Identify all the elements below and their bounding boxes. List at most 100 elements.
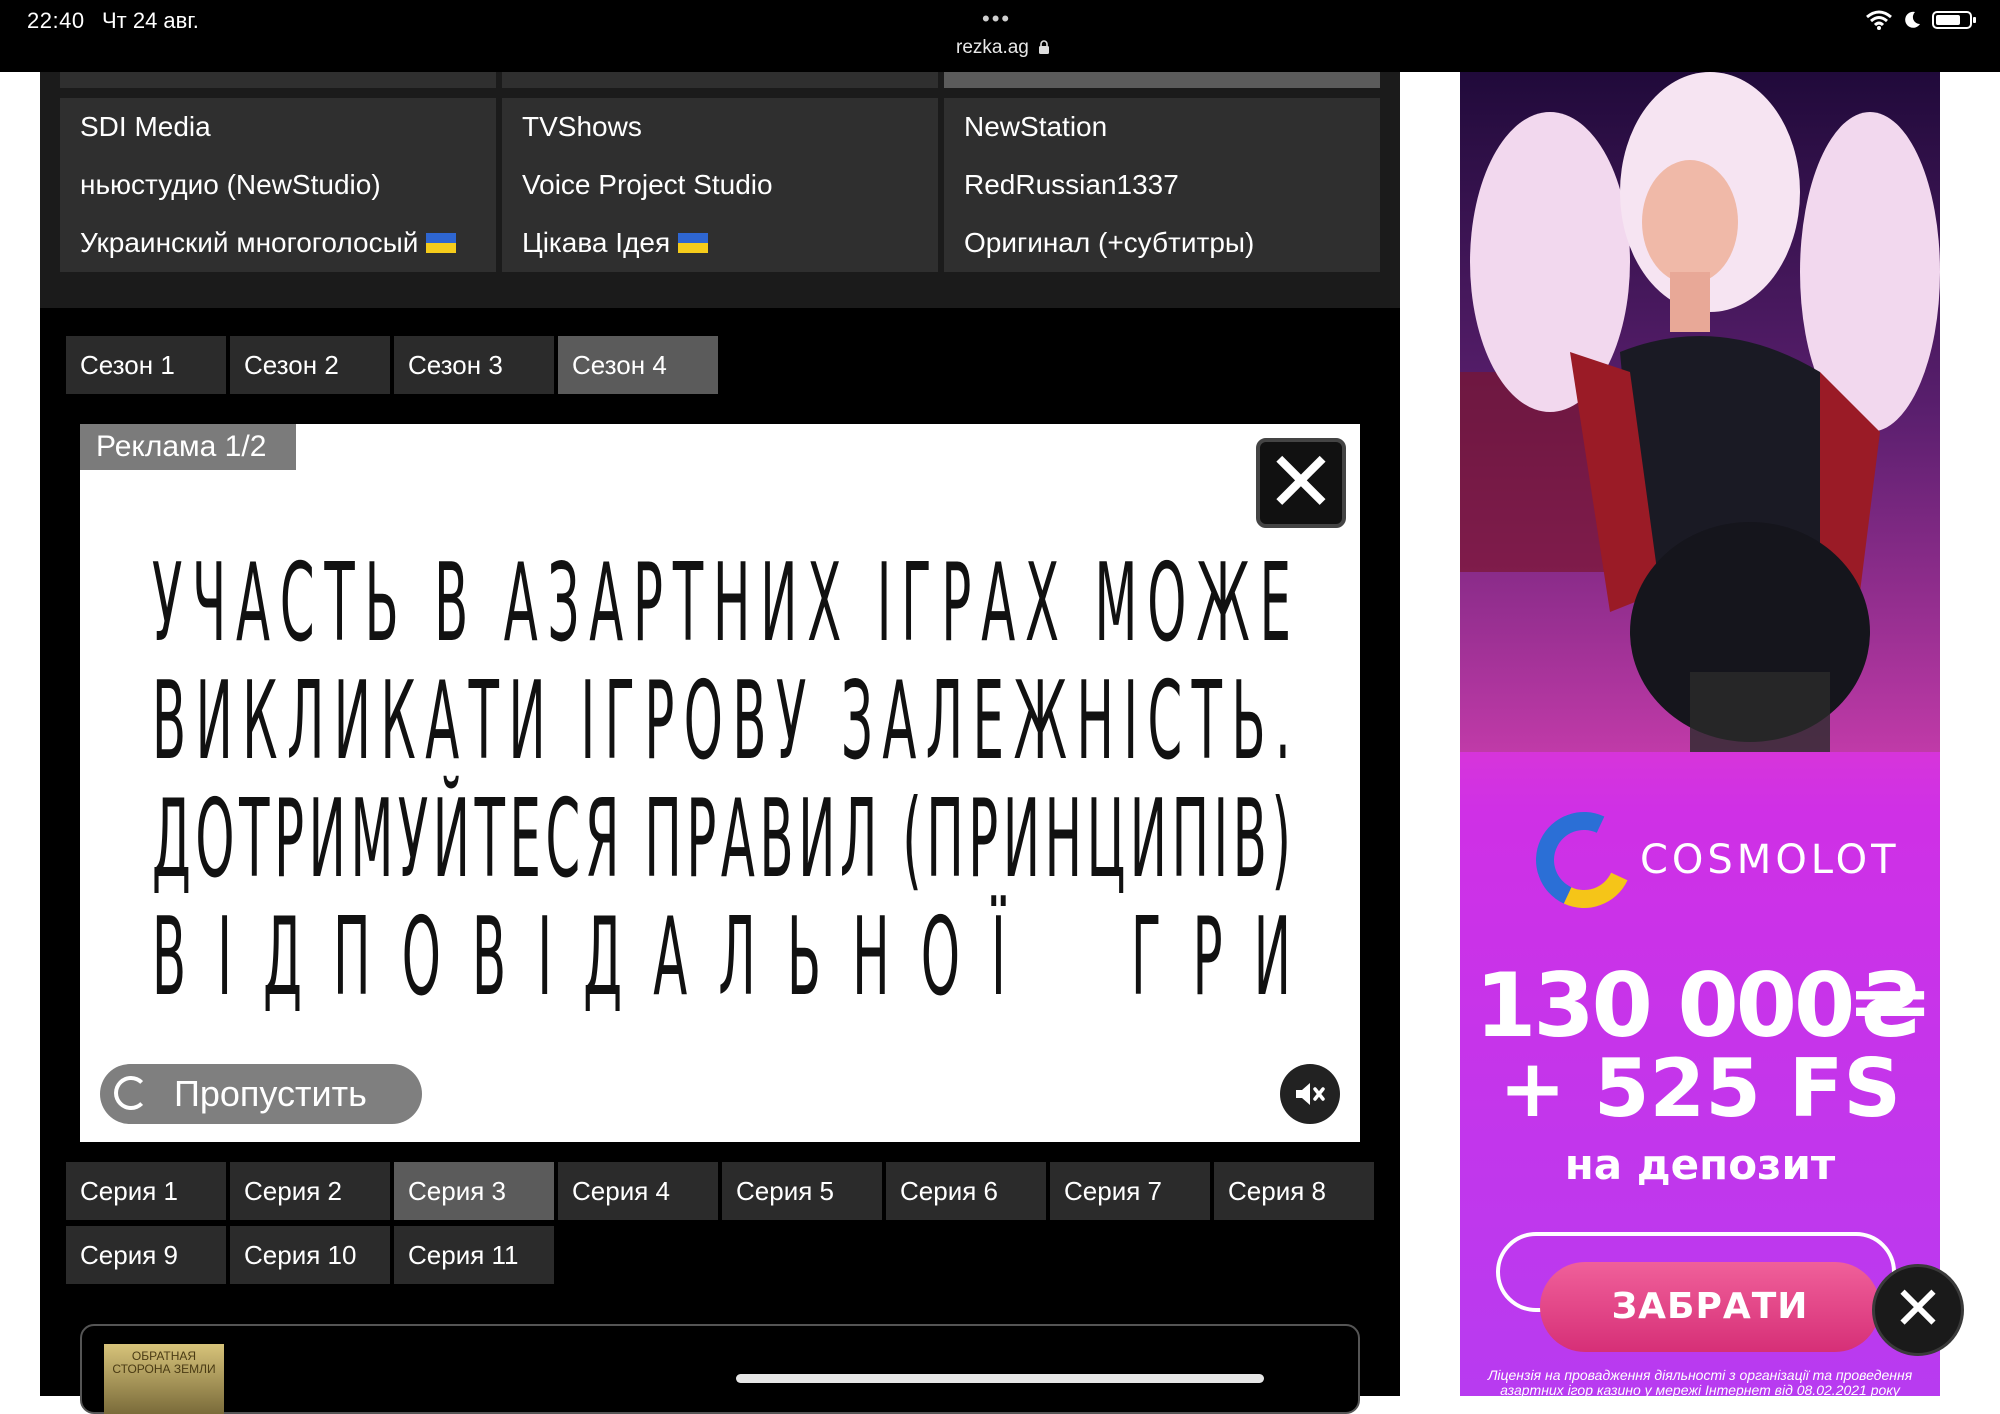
episode-button[interactable]: Серия 8 — [1214, 1162, 1374, 1220]
episode-button[interactable]: Серия 7 — [1050, 1162, 1210, 1220]
address-bar[interactable]: rezka.ag — [956, 37, 1050, 59]
ad-text-glyph: П — [333, 894, 373, 1020]
ad-text-glyph: Г — [604, 658, 637, 784]
translator-button[interactable]: NewStation — [944, 98, 1380, 156]
ad-text-glyph: Л — [839, 776, 880, 902]
ad-text-glyph: И — [508, 658, 548, 784]
related-thumbnail[interactable]: ОБРАТНАЯ СТОРОНА ЗЕМЛИ — [104, 1344, 224, 1414]
episode-button[interactable]: Серия 2 — [230, 1162, 390, 1220]
status-bar: 22:40 Чт 24 авг. ••• rezka.ag — [0, 0, 2000, 72]
ad-text-glyph: Д — [263, 894, 304, 1020]
ad-text-glyph: М — [350, 776, 396, 902]
ad-text-glyph: Л — [925, 658, 965, 784]
ad-text-glyph — [816, 659, 834, 784]
ad-text-glyph: Р — [644, 658, 677, 784]
ad-warning-text: УЧАСТЬ В АЗАРТНИХ ІГРАХ МОЖЕВИКЛИКАТИ ІГ… — [152, 540, 1296, 1020]
ad-text-glyph — [1037, 895, 1055, 1020]
ad-text-glyph: Т — [474, 776, 507, 902]
ad-text-glyph — [882, 777, 900, 902]
claim-button[interactable]: ЗАБРАТИ — [1540, 1262, 1880, 1352]
translator-button-partial[interactable] — [502, 72, 938, 88]
episode-button[interactable]: Серия 4 — [558, 1162, 718, 1220]
episode-button[interactable]: Серия 3 — [394, 1162, 554, 1220]
bonus-freespins: + 525 FS — [1499, 1042, 1901, 1135]
translator-button[interactable]: SDI Media — [60, 98, 496, 156]
ad-text-glyph: И — [760, 540, 800, 666]
season-tab[interactable]: Сезон 1 — [66, 336, 226, 394]
home-indicator[interactable] — [736, 1374, 1264, 1383]
ad-text-glyph: П — [1171, 776, 1211, 902]
translator-label: Voice Project Studio — [522, 169, 773, 200]
loading-spinner-icon — [114, 1076, 148, 1110]
ad-text-glyph: А — [236, 540, 272, 666]
ad-text-glyph: Р — [968, 776, 1001, 902]
ad-text-glyph: І — [217, 894, 234, 1020]
episode-button[interactable]: Серия 9 — [66, 1226, 226, 1284]
episode-button[interactable]: Серия 1 — [66, 1162, 226, 1220]
bonus-note: на депозит — [1564, 1140, 1836, 1189]
ad-text-glyph: Р — [1192, 894, 1225, 1020]
ad-text-glyph: К — [380, 658, 418, 784]
episode-button[interactable]: Серия 11 — [394, 1226, 554, 1284]
season-tab[interactable]: Сезон 4 — [558, 336, 718, 394]
banner-close-button[interactable]: ✕ — [1872, 1264, 1964, 1356]
status-time: 22:40 — [27, 8, 85, 33]
translator-button-partial-active[interactable] — [944, 72, 1380, 88]
season-tab[interactable]: Сезон 2 — [230, 336, 390, 394]
right-gutter — [1940, 72, 2000, 1396]
translator-label: Украинский многоголосый — [80, 227, 419, 258]
translator-button[interactable]: Оригинал (+субтитры) — [944, 214, 1380, 272]
ad-text-glyph: Л — [286, 658, 327, 784]
ad-text-glyph: С — [545, 776, 583, 902]
casino-banner[interactable]: COSMOLOT 130 000₴ + 525 FS на депозит ЗА… — [1460, 72, 1940, 1396]
video-ad[interactable]: Реклама 1/2 ✕ УЧАСТЬ В АЗАРТНИХ ІГРАХ МО… — [80, 424, 1360, 1142]
ad-text-glyph — [624, 777, 642, 902]
ad-text-glyph: И — [1002, 776, 1042, 902]
ad-text-glyph: П — [926, 776, 966, 902]
ad-text-glyph: ( — [902, 776, 924, 902]
episode-button[interactable]: Серия 5 — [722, 1162, 882, 1220]
moon-icon — [1905, 11, 1920, 28]
url-text: rezka.ag — [956, 37, 1029, 58]
ad-text-glyph: О — [1147, 540, 1189, 666]
ad-text-glyph: Т — [468, 658, 501, 784]
episode-button[interactable]: Серия 10 — [230, 1226, 390, 1284]
translator-button[interactable]: ньюстудио (NewStudio) — [60, 156, 496, 214]
ad-text-glyph: У — [775, 658, 809, 784]
ad-text-glyph: И — [1253, 894, 1293, 1020]
lock-icon — [1039, 40, 1050, 54]
translator-button[interactable]: RedRussian1337 — [944, 156, 1380, 214]
ad-text-glyph: В — [152, 658, 188, 784]
translator-button-partial[interactable] — [60, 72, 496, 88]
ad-text-glyph: И — [1129, 776, 1169, 902]
banner-character-illustration — [1460, 72, 1940, 752]
ad-close-button[interactable]: ✕ — [1256, 438, 1346, 528]
ad-text-glyph: Р — [686, 776, 719, 902]
close-icon: ✕ — [1892, 1275, 1944, 1342]
ad-text-glyph: Д — [583, 894, 624, 1020]
translator-button[interactable]: Цікава Ідея — [502, 214, 938, 272]
ad-text-glyph: . — [1275, 658, 1293, 784]
ad-text-glyph: Я — [584, 776, 622, 902]
ad-text-glyph: О — [195, 776, 237, 902]
season-tab[interactable]: Сезон 3 — [394, 336, 554, 394]
ad-text-glyph: Р — [274, 776, 306, 902]
wifi-icon — [1866, 10, 1892, 30]
translator-button[interactable]: Украинский многоголосый — [60, 214, 496, 272]
related-card[interactable]: ОБРАТНАЯ СТОРОНА ЗЕМЛИ — [80, 1324, 1360, 1414]
translator-button[interactable]: Voice Project Studio — [502, 156, 938, 214]
ad-text-glyph: І — [1123, 658, 1140, 784]
ad-text-glyph: А — [882, 658, 919, 784]
episode-button[interactable]: Серия 6 — [886, 1162, 1046, 1220]
ad-text-glyph: І — [1213, 776, 1231, 902]
multitask-dots-icon[interactable]: ••• — [982, 6, 1011, 32]
battery-icon — [1932, 11, 1976, 29]
ad-text-glyph: Р — [633, 540, 665, 666]
ad-text-glyph: І — [537, 894, 554, 1020]
skip-ad-button[interactable]: Пропустить — [100, 1064, 422, 1124]
ad-text-glyph: О — [683, 658, 725, 784]
mute-button[interactable] — [1280, 1064, 1340, 1124]
ad-text-glyph: Ь — [364, 540, 401, 666]
ad-text-glyph: І — [876, 540, 894, 666]
translator-button[interactable]: TVShows — [502, 98, 938, 156]
